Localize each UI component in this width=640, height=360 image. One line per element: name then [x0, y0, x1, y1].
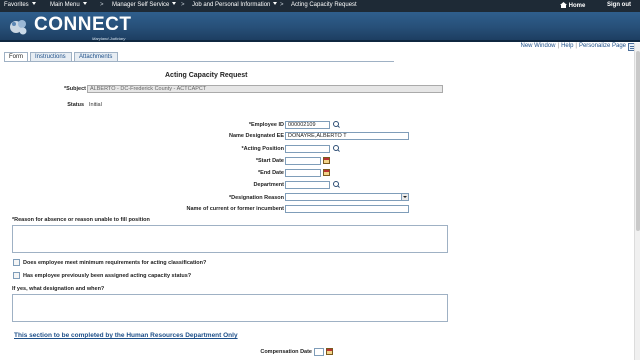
main-menu[interactable]: Main Menu [50, 2, 87, 8]
subject-field[interactable]: ALBERTO - DC-Frederick County - ACTCAPCT [87, 85, 443, 93]
name-designated-label: Name Designated EE [228, 133, 284, 139]
vertical-scrollbar[interactable] [634, 43, 640, 360]
compensation-date-input[interactable] [314, 348, 324, 356]
acting-position-input[interactable] [285, 145, 330, 153]
new-window-link[interactable]: New Window [520, 43, 555, 49]
logo-text: CONNECT [34, 14, 132, 35]
breadcrumb-job-personal-info[interactable]: Job and Personal Information [192, 2, 278, 8]
lookup-icon[interactable] [333, 145, 340, 152]
lookup-icon[interactable] [333, 121, 340, 128]
min-requirements-label: Does employee meet minimum requirements … [23, 260, 207, 266]
page-links: New Window | Help | Personalize Page [520, 43, 626, 49]
breadcrumb-separator: > [280, 2, 284, 8]
app-banner: CONNECT Maryland Judiciary [0, 12, 640, 42]
reason-label: *Reason for absence or reason unable to … [12, 217, 150, 223]
home-label: Home [568, 3, 586, 9]
main-menu-label: Main Menu [50, 2, 80, 8]
link-divider: | [557, 43, 560, 49]
dropdown-arrow-icon[interactable] [401, 194, 408, 200]
subject-label: *Subject [63, 86, 86, 92]
calendar-icon[interactable] [323, 169, 330, 176]
designation-reason-label: *Designation Reason [228, 195, 284, 201]
start-date-label: *Start Date [255, 158, 284, 164]
breadcrumb-separator: > [100, 2, 104, 8]
incumbent-input[interactable] [285, 205, 409, 213]
personalize-page-link[interactable]: Personalize Page [579, 43, 626, 49]
link-divider: | [575, 43, 577, 49]
connect-logo-icon [10, 20, 27, 35]
start-date-input[interactable] [285, 157, 321, 165]
favorites-label: Favorites [4, 2, 29, 8]
incumbent-label: Name of current or former incumbent [186, 206, 285, 212]
employee-id-label: *Employee ID [248, 122, 284, 128]
lookup-icon[interactable] [333, 181, 340, 188]
designation-reason-select[interactable] [285, 193, 409, 201]
status-label: Status [67, 102, 84, 108]
chevron-down-icon [273, 2, 278, 5]
form-title: Acting Capacity Request [165, 72, 248, 79]
breadcrumb-separator: > [181, 2, 185, 8]
breadcrumb-current-page: Acting Capacity Request [291, 2, 357, 8]
acting-position-label: *Acting Position [241, 146, 284, 152]
calendar-icon[interactable] [323, 157, 330, 164]
if-yes-textarea[interactable] [12, 294, 448, 322]
employee-id-input[interactable]: 000002109 [285, 121, 330, 129]
chevron-down-icon [31, 2, 36, 5]
chevron-down-icon [172, 2, 177, 5]
home-link[interactable]: Home [560, 2, 585, 9]
previously-assigned-checkbox[interactable] [13, 272, 20, 279]
breadcrumb-label: Job and Personal Information [192, 2, 271, 8]
name-designated-field[interactable]: DONAYRE,ALBERTO T [285, 132, 409, 140]
if-yes-label: If yes, what designation and when? [12, 286, 105, 292]
help-link[interactable]: Help [561, 43, 573, 49]
status-value: Initial [89, 102, 102, 108]
previously-assigned-label: Has employee previously been assigned ac… [23, 273, 192, 279]
compensation-date-label: Compensation Date [260, 349, 312, 355]
reason-textarea[interactable] [12, 225, 448, 253]
scrollbar-thumb[interactable] [636, 51, 640, 231]
logo-subtitle: Maryland Judiciary [92, 36, 126, 41]
home-icon [560, 2, 567, 8]
end-date-input[interactable] [285, 169, 321, 177]
chevron-down-icon [82, 2, 87, 5]
sign-out-link[interactable]: Sign out [607, 2, 631, 8]
min-requirements-checkbox[interactable] [13, 259, 20, 266]
department-label: Department [253, 182, 284, 188]
breadcrumb-label: Manager Self Service [112, 2, 170, 8]
end-date-label: *End Date [258, 170, 284, 176]
breadcrumb-manager-self-service[interactable]: Manager Self Service [112, 2, 177, 8]
favorites-menu[interactable]: Favorites [4, 2, 36, 8]
department-input[interactable] [285, 181, 330, 189]
calendar-icon[interactable] [326, 348, 333, 355]
top-navigation-bar: Favorites Main Menu > Manager Self Servi… [0, 0, 640, 12]
hr-section-link[interactable]: This section to be completed by the Huma… [14, 332, 238, 339]
tab-divider [4, 61, 394, 62]
